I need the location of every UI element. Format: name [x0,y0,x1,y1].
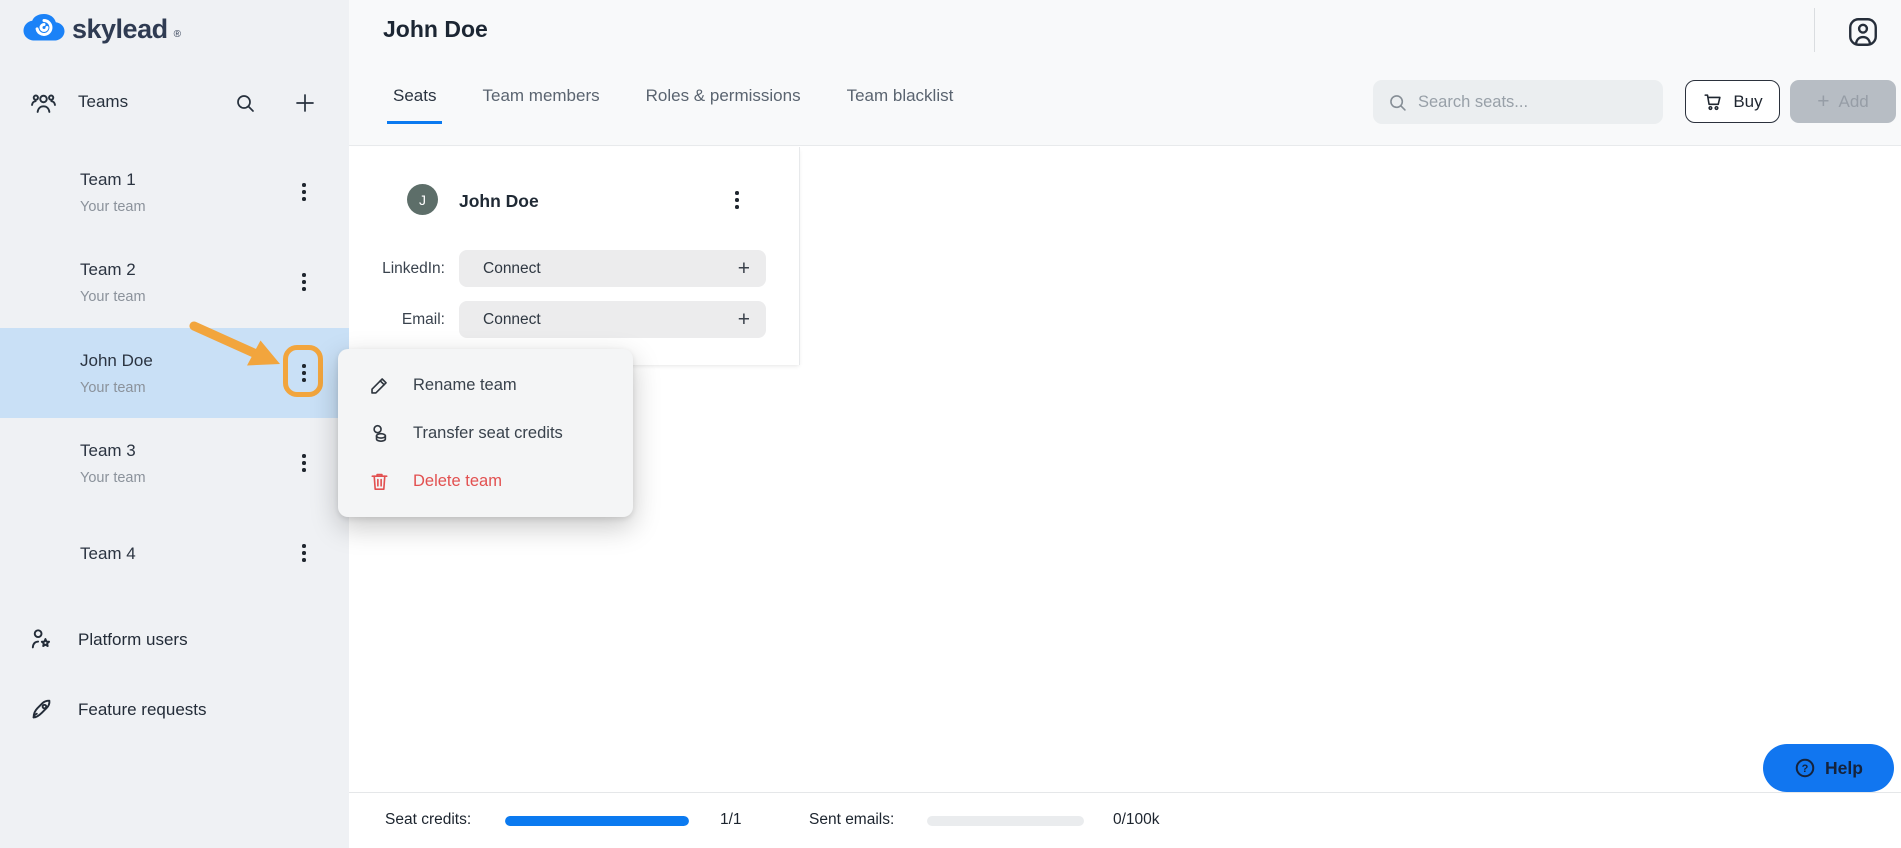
team-subtitle: Your team [80,289,146,305]
buy-button[interactable]: Buy [1685,80,1780,123]
sidebar-item-feature-requests[interactable]: Feature requests [0,682,349,738]
menu-item-label: Delete team [413,472,502,491]
teams-search-button[interactable] [231,89,259,117]
menu-item-delete-team[interactable]: Delete team [338,457,633,505]
buy-label: Buy [1733,92,1762,112]
tab-team-blacklist[interactable]: Team blacklist [841,86,960,124]
sidebar-item-platform-users[interactable]: Platform users [0,612,349,668]
seat-options-kebab-icon[interactable] [721,184,753,216]
account-menu-button[interactable] [1845,12,1885,52]
sidebar-link-label: Feature requests [78,700,207,720]
sent-emails-value: 0/100k [1113,793,1160,847]
seat-credits-progressbar [505,816,689,826]
plus-icon: + [738,308,750,332]
teams-group-icon [30,90,57,117]
sidebar: skylead ® Teams [0,0,349,848]
topbar: John Doe Seats Team members Roles & perm… [349,0,1901,146]
tab-roles-permissions[interactable]: Roles & permissions [640,86,807,124]
svg-text:?: ? [1802,763,1809,775]
team-options-kebab-icon[interactable] [288,355,320,391]
seat-name: John Doe [459,191,539,212]
team-name: John Doe [80,351,153,371]
sent-emails-progressbar [927,816,1084,826]
question-circle-icon: ? [1794,757,1816,779]
add-team-button[interactable] [291,89,319,117]
cloud-logo-icon [22,13,66,46]
help-label: Help [1825,758,1863,779]
plus-icon: + [1817,91,1829,112]
team-context-menu: Rename team Transfer seat credits Delete… [338,349,633,517]
seat-credits-value: 1/1 [720,793,742,847]
account-icon [1845,14,1885,50]
team-options-kebab-icon[interactable] [288,535,320,571]
menu-item-transfer-seat-credits[interactable]: Transfer seat credits [338,409,633,457]
add-seat-button[interactable]: + Add [1790,80,1896,123]
sidebar-item-john-doe[interactable]: John Doe Your team [0,328,349,418]
search-icon [1387,92,1408,113]
sidebar-item-team-1[interactable]: Team 1 Your team [0,147,349,237]
teams-header-label: Teams [78,92,128,112]
rocket-icon [28,696,55,723]
sent-emails-label: Sent emails: [809,793,894,847]
user-star-icon [28,626,55,653]
team-name: Team 2 [80,260,136,280]
sidebar-item-team-2[interactable]: Team 2 Your team [0,237,349,327]
sidebar-item-team-3[interactable]: Team 3 Your team [0,418,349,508]
team-options-kebab-icon[interactable] [288,445,320,481]
email-label: Email: [349,301,445,338]
brand-logo: skylead ® [22,13,181,46]
tab-bar: Seats Team members Roles & permissions T… [387,86,959,124]
help-button[interactable]: ? Help [1763,744,1894,792]
coins-icon [368,422,391,445]
trash-icon [368,470,391,493]
sidebar-link-label: Platform users [78,630,188,650]
registered-mark: ® [174,29,181,40]
plus-icon [293,91,317,115]
avatar: J [407,184,438,215]
brand-name: skylead [72,13,168,45]
connect-label: Connect [483,311,541,329]
seat-card-panel: J John Doe LinkedIn: Connect + Email: Co… [349,147,800,365]
team-name: Team 1 [80,170,136,190]
search-seats-box [1373,80,1663,124]
cart-icon [1702,91,1724,113]
connect-label: Connect [483,260,541,278]
menu-item-label: Transfer seat credits [413,424,563,443]
seat-credits-label: Seat credits: [385,793,471,847]
sidebar-item-team-4[interactable]: Team 4 [0,508,349,598]
team-subtitle: Your team [80,470,146,486]
plus-icon: + [738,257,750,281]
team-subtitle: Your team [80,380,146,396]
menu-item-rename-team[interactable]: Rename team [338,361,633,409]
team-name: Team 4 [80,544,136,564]
team-options-kebab-icon[interactable] [288,174,320,210]
add-label: Add [1839,92,1869,112]
usage-footer: Seat credits: 1/1 Sent emails: 0/100k [349,792,1901,848]
team-options-kebab-icon[interactable] [288,264,320,300]
search-icon [233,91,257,115]
linkedin-label: LinkedIn: [349,250,445,287]
search-seats-input[interactable] [1418,93,1648,112]
tab-team-members[interactable]: Team members [476,86,605,124]
pencil-icon [368,374,391,397]
topbar-divider [1814,8,1815,52]
team-name: Team 3 [80,441,136,461]
teams-header: Teams [0,80,349,128]
menu-item-label: Rename team [413,376,517,395]
team-subtitle: Your team [80,199,146,215]
linkedin-connect-button[interactable]: Connect + [459,250,766,287]
page-title: John Doe [383,16,488,43]
tab-seats[interactable]: Seats [387,86,442,124]
email-connect-button[interactable]: Connect + [459,301,766,338]
